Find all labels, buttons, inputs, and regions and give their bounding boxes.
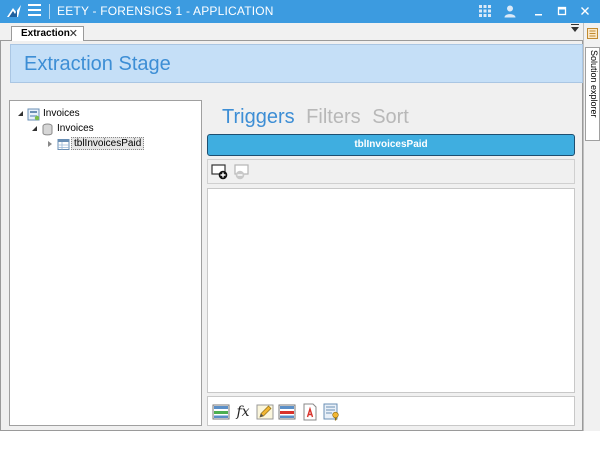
extraction-stage-panel: Extraction Stage Invoices Invoices tblIn…: [0, 41, 583, 431]
page-title: Extraction Stage: [24, 53, 171, 75]
text-document-icon[interactable]: [301, 403, 319, 421]
window-title: EETY - FORENSICS 1 - APPLICATION: [57, 4, 274, 18]
schema-icon: [42, 123, 53, 136]
trigger-toolbar: [207, 159, 575, 184]
tree-item-schema[interactable]: Invoices: [32, 123, 182, 137]
remove-row-icon[interactable]: [278, 403, 296, 421]
properties-key-icon[interactable]: [323, 403, 341, 421]
collapse-arrow-icon[interactable]: [48, 141, 52, 147]
minimize-icon[interactable]: [532, 4, 546, 18]
user-icon[interactable]: [503, 4, 517, 18]
stage-header: Extraction Stage: [10, 44, 583, 83]
section-tabs: Triggers Filters Sort: [222, 106, 415, 130]
tab-extraction[interactable]: Extraction ✕: [11, 26, 84, 42]
trigger-editor: Triggers Filters Sort tblInvoicesPaid fx: [207, 100, 576, 430]
side-dock-strip: Solution explorer: [583, 23, 600, 431]
tab-extraction-label: Extraction: [21, 28, 70, 39]
database-icon: [27, 108, 40, 121]
title-separator: [49, 4, 50, 19]
selected-table-bar[interactable]: tblInvoicesPaid: [207, 134, 575, 156]
document-tab-strip: Extraction ✕: [0, 23, 583, 42]
solution-explorer-tab[interactable]: Solution explorer: [585, 47, 600, 141]
solution-explorer-icon[interactable]: [587, 28, 598, 39]
edit-pencil-icon[interactable]: [256, 403, 274, 421]
bottom-margin: [0, 431, 600, 450]
tree-item-database[interactable]: Invoices: [18, 108, 188, 122]
tab-sort[interactable]: Sort: [372, 106, 409, 129]
maximize-icon[interactable]: [555, 4, 569, 18]
tab-close-icon[interactable]: ✕: [69, 27, 78, 40]
expand-arrow-icon[interactable]: [18, 111, 23, 116]
add-trigger-icon[interactable]: [211, 164, 229, 180]
tree-item-label: Invoices: [43, 108, 80, 119]
tab-overflow-icon[interactable]: [571, 24, 579, 32]
schema-tree: Invoices Invoices tblInvoicesPaid: [9, 100, 202, 426]
close-icon[interactable]: [578, 4, 592, 18]
app-logo-icon: [7, 5, 21, 17]
solution-explorer-label: Solution explorer: [589, 50, 599, 118]
expression-toolbar: fx: [207, 396, 575, 426]
title-bar: EETY - FORENSICS 1 - APPLICATION: [0, 0, 600, 23]
menu-icon[interactable]: [28, 4, 42, 18]
remove-trigger-icon[interactable]: [232, 164, 250, 180]
table-icon: [57, 139, 70, 150]
tab-filters[interactable]: Filters: [306, 106, 360, 129]
tree-item-table[interactable]: tblInvoicesPaid: [48, 137, 188, 152]
add-row-icon[interactable]: [212, 403, 230, 421]
tree-item-label: tblInvoicesPaid: [71, 137, 145, 150]
tree-item-label: Invoices: [57, 123, 94, 134]
triggers-list[interactable]: [207, 188, 575, 393]
expand-arrow-icon[interactable]: [32, 126, 37, 131]
tab-triggers[interactable]: Triggers: [222, 106, 295, 129]
grid-icon[interactable]: [478, 4, 492, 18]
function-icon[interactable]: fx: [234, 403, 252, 421]
